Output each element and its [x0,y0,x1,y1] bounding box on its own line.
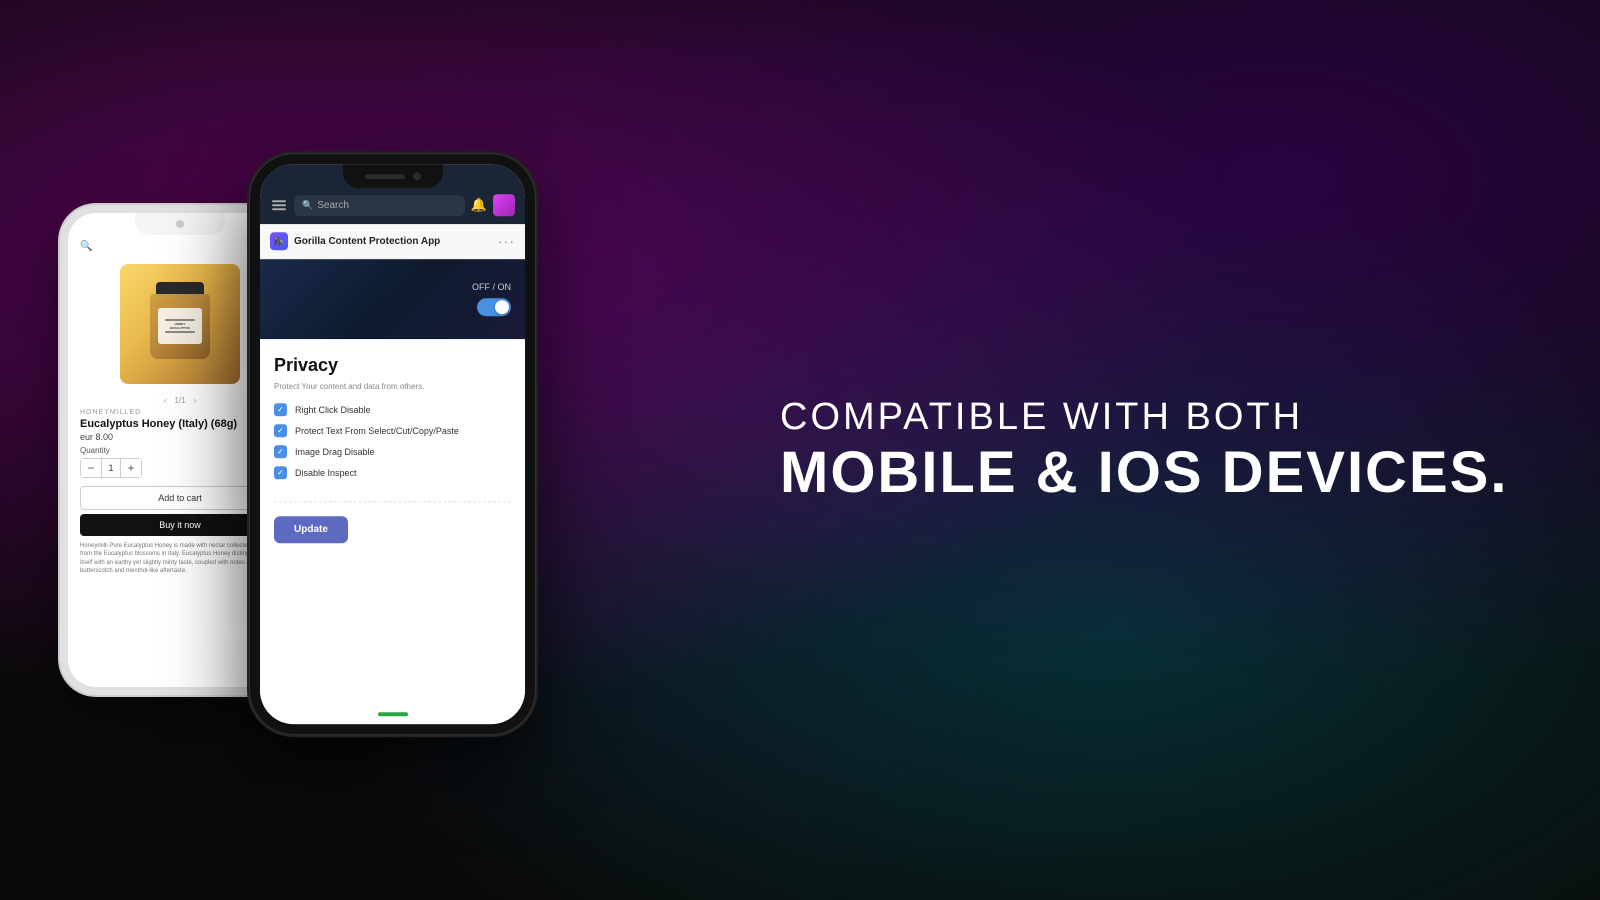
update-button[interactable]: Update [274,516,348,543]
checkbox-protect-text[interactable]: ✓ [274,424,287,437]
checkbox-label-4: Disable Inspect [295,468,357,478]
text-area: COMPATIBLE WITH BOTH MOBILE & IOS DEVICE… [700,335,1600,564]
front-camera-icon [176,220,184,228]
compatibility-text: COMPATIBLE WITH BOTH MOBILE & IOS DEVICE… [780,395,1520,504]
checkbox-label-2: Protect Text From Select/Cut/Copy/Paste [295,426,459,436]
product-price: eur 8.00 [80,432,113,442]
check-icon: ✓ [277,405,284,414]
label-line [165,319,195,321]
app-title-bar: 🦍 Gorilla Content Protection App ··· [260,224,525,259]
product-image: HONEYEUCALYPTUS [120,264,240,384]
ham-line-1 [272,200,286,202]
checkbox-label-3: Image Drag Disable [295,447,375,457]
search-bar[interactable]: 🔍 Search [294,195,465,216]
jar-body: HONEYEUCALYPTUS [150,294,210,359]
toggle-banner: OFF / ON [260,259,525,339]
jar-lid [156,282,204,294]
product-brand: HONEYMILLED [80,409,141,416]
divider [274,501,511,502]
checkbox-item-1: ✓ Right Click Disable [274,403,511,416]
search-bar-icon: 🔍 [302,200,313,211]
label-line-2 [165,331,195,333]
honey-jar-illustration: HONEYEUCALYPTUS [145,282,215,367]
ham-line-2 [272,204,286,206]
product-nav: ‹ 1/1 › [164,396,196,405]
product-title: Eucalyptus Honey (Italy) (68g) [80,418,237,430]
app-title: Gorilla Content Protection App [294,236,492,247]
checkbox-right-click[interactable]: ✓ [274,403,287,416]
hamburger-menu-icon[interactable] [270,198,288,212]
front-camera [413,172,421,180]
app-icon: 🦍 [270,232,288,250]
checkbox-label-1: Right Click Disable [295,405,371,415]
black-phone-notch [343,164,443,188]
quantity-increase-button[interactable]: + [121,459,141,477]
jar-label: HONEYEUCALYPTUS [158,308,202,344]
white-phone-notch [135,213,225,235]
quantity-control: − 1 + [80,458,142,478]
phones-area: 🔍 HONEYEUCALYPTUS [0,0,700,900]
checkbox-image-drag[interactable]: ✓ [274,445,287,458]
check-icon-3: ✓ [277,447,284,456]
section-title: Privacy [274,355,511,376]
check-icon-2: ✓ [277,426,284,435]
black-phone-screen: 🔍 Search 🔔 🦍 Gorilla Content Protection … [260,164,525,724]
prev-arrow-icon[interactable]: ‹ [164,396,167,405]
headline-line2: MOBILE & IOS DEVICES. [780,441,1520,505]
toggle-label: OFF / ON [472,282,511,292]
speaker [365,174,405,179]
label-text: HONEYEUCALYPTUS [170,322,190,330]
protection-toggle[interactable] [477,298,511,316]
check-icon-4: ✓ [277,468,284,477]
checkbox-item-4: ✓ Disable Inspect [274,466,511,479]
checkbox-disable-inspect[interactable]: ✓ [274,466,287,479]
checkbox-list: ✓ Right Click Disable ✓ Protect Text Fro… [274,403,511,479]
phone-black: 🔍 Search 🔔 🦍 Gorilla Content Protection … [250,154,535,734]
search-icon: 🔍 [80,241,92,252]
main-content: 🔍 HONEYEUCALYPTUS [0,0,1600,900]
quantity-decrease-button[interactable]: − [81,459,101,477]
quantity-value: 1 [101,459,121,477]
nav-counter: 1/1 [174,396,185,405]
section-subtitle: Protect Your content and data from other… [274,382,511,391]
quantity-label: Quantity [80,446,110,455]
ham-line-3 [272,208,286,210]
bottom-bar [260,704,525,724]
toggle-knob [495,300,509,314]
search-placeholder-text: Search [317,200,349,211]
home-indicator [378,712,408,716]
notification-bell-icon[interactable]: 🔔 [471,197,487,213]
user-avatar[interactable] [493,194,515,216]
checkbox-item-2: ✓ Protect Text From Select/Cut/Copy/Past… [274,424,511,437]
checkbox-item-3: ✓ Image Drag Disable [274,445,511,458]
headline-line1: COMPATIBLE WITH BOTH [780,395,1520,441]
more-options-icon[interactable]: ··· [498,233,515,249]
next-arrow-icon[interactable]: › [194,396,197,405]
privacy-content: Privacy Protect Your content and data fr… [260,339,525,704]
